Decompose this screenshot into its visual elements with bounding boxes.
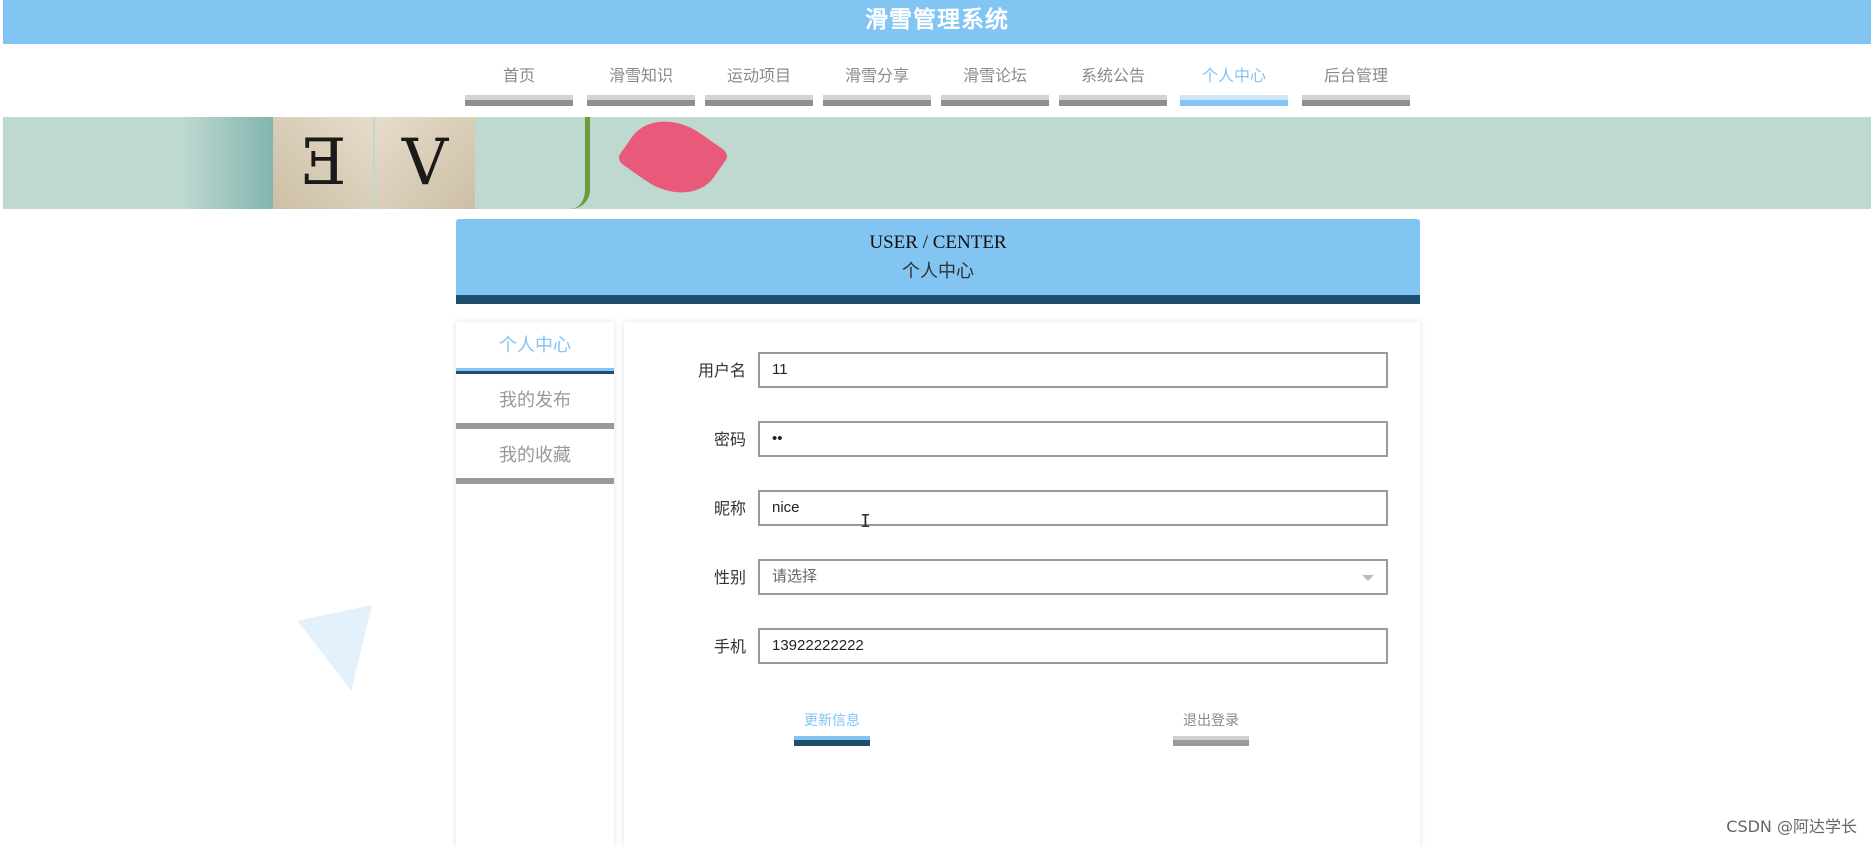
nickname-label: 昵称	[713, 499, 746, 518]
phone-input[interactable]: 13922222222	[758, 628, 1388, 664]
form-row-password: 密码 ••	[624, 421, 1420, 461]
button-underline	[1173, 736, 1249, 746]
letter-tile: V	[375, 117, 475, 209]
form-row-phone: 手机 13922222222	[624, 628, 1420, 668]
nav-underline	[705, 95, 813, 106]
section-title-en: USER / CENTER	[869, 232, 1007, 253]
banner-image: E V	[3, 117, 1871, 209]
section-header: USER / CENTER 个人中心	[456, 219, 1420, 304]
nav-underline	[1180, 95, 1288, 106]
user-sidebar: 个人中心 我的发布 我的收藏	[456, 322, 614, 847]
gender-select-value: 请选择	[772, 568, 818, 585]
username-label: 用户名	[697, 361, 746, 380]
form-row-username: 用户名 11	[624, 352, 1420, 392]
nav-underline	[1302, 95, 1410, 106]
nav-underline	[587, 95, 695, 106]
nav-item-admin[interactable]: 后台管理	[1302, 60, 1410, 106]
nav-item-label: 滑雪知识	[608, 66, 673, 85]
password-input[interactable]: ••	[758, 421, 1388, 457]
nav-underline	[823, 95, 931, 106]
sidebar-item-label: 我的发布	[499, 390, 571, 411]
nav-item-ski-share[interactable]: 滑雪分享	[823, 60, 931, 106]
nav-underline	[465, 95, 573, 106]
main-nav: 首页 滑雪知识 运动项目 滑雪分享 滑雪论坛 系统公告 个人中心 后台管理	[0, 60, 1871, 108]
nav-item-label: 个人中心	[1201, 66, 1266, 85]
nav-item-label: 运动项目	[726, 66, 791, 85]
nav-item-home[interactable]: 首页	[465, 60, 573, 106]
watermark: CSDN @阿达学长	[1726, 817, 1857, 836]
profile-form-panel: 用户名 11 密码 •• 昵称 nice 性别 请选择 手机 139222222…	[624, 322, 1420, 847]
gender-select[interactable]: 请选择	[758, 559, 1388, 595]
gender-label: 性别	[713, 568, 746, 587]
sidebar-item-label: 个人中心	[499, 335, 571, 356]
nav-item-sports[interactable]: 运动项目	[705, 60, 813, 106]
nav-underline	[1059, 95, 1167, 106]
app-title: 滑雪管理系统	[865, 7, 1009, 33]
sidebar-underline	[456, 368, 614, 374]
sidebar-item-label: 我的收藏	[499, 445, 571, 466]
nav-item-ski-knowledge[interactable]: 滑雪知识	[587, 60, 695, 106]
nav-item-forum[interactable]: 滑雪论坛	[941, 60, 1049, 106]
flower-stem	[571, 117, 590, 209]
sidebar-item-my-posts[interactable]: 我的发布	[456, 377, 614, 429]
nav-underline	[941, 95, 1049, 106]
banner-shadow	[183, 117, 278, 209]
text-cursor-icon: I	[860, 511, 871, 532]
username-input[interactable]: 11	[758, 352, 1388, 388]
nav-item-user-center[interactable]: 个人中心	[1180, 60, 1288, 106]
nav-item-label: 后台管理	[1323, 66, 1388, 85]
button-underline	[794, 736, 870, 746]
form-row-nickname: 昵称 nice	[624, 490, 1420, 530]
flower-petal	[616, 117, 730, 209]
nickname-input[interactable]: nice	[758, 490, 1388, 526]
phone-label: 手机	[713, 637, 746, 656]
sidebar-item-user-center[interactable]: 个人中心	[456, 322, 614, 374]
sidebar-underline	[456, 478, 614, 484]
update-info-label: 更新信息	[804, 713, 860, 729]
nav-item-label: 滑雪论坛	[962, 66, 1027, 85]
nav-item-label: 系统公告	[1080, 66, 1145, 85]
nav-item-announcements[interactable]: 系统公告	[1059, 60, 1167, 106]
update-info-button[interactable]: 更新信息	[794, 706, 870, 746]
form-row-gender: 性别 请选择	[624, 559, 1420, 599]
sidebar-item-my-favorites[interactable]: 我的收藏	[456, 432, 614, 484]
nav-item-label: 首页	[502, 66, 535, 85]
header-bar: 滑雪管理系统	[3, 0, 1871, 44]
password-label: 密码	[713, 430, 746, 449]
nav-item-label: 滑雪分享	[844, 66, 909, 85]
section-title-cn: 个人中心	[902, 261, 974, 282]
letter-tile: E	[273, 117, 373, 209]
chevron-down-icon	[1362, 575, 1374, 581]
decorative-triangle	[297, 604, 389, 700]
sidebar-underline	[456, 423, 614, 429]
logout-label: 退出登录	[1183, 713, 1239, 729]
logout-button[interactable]: 退出登录	[1173, 706, 1249, 746]
